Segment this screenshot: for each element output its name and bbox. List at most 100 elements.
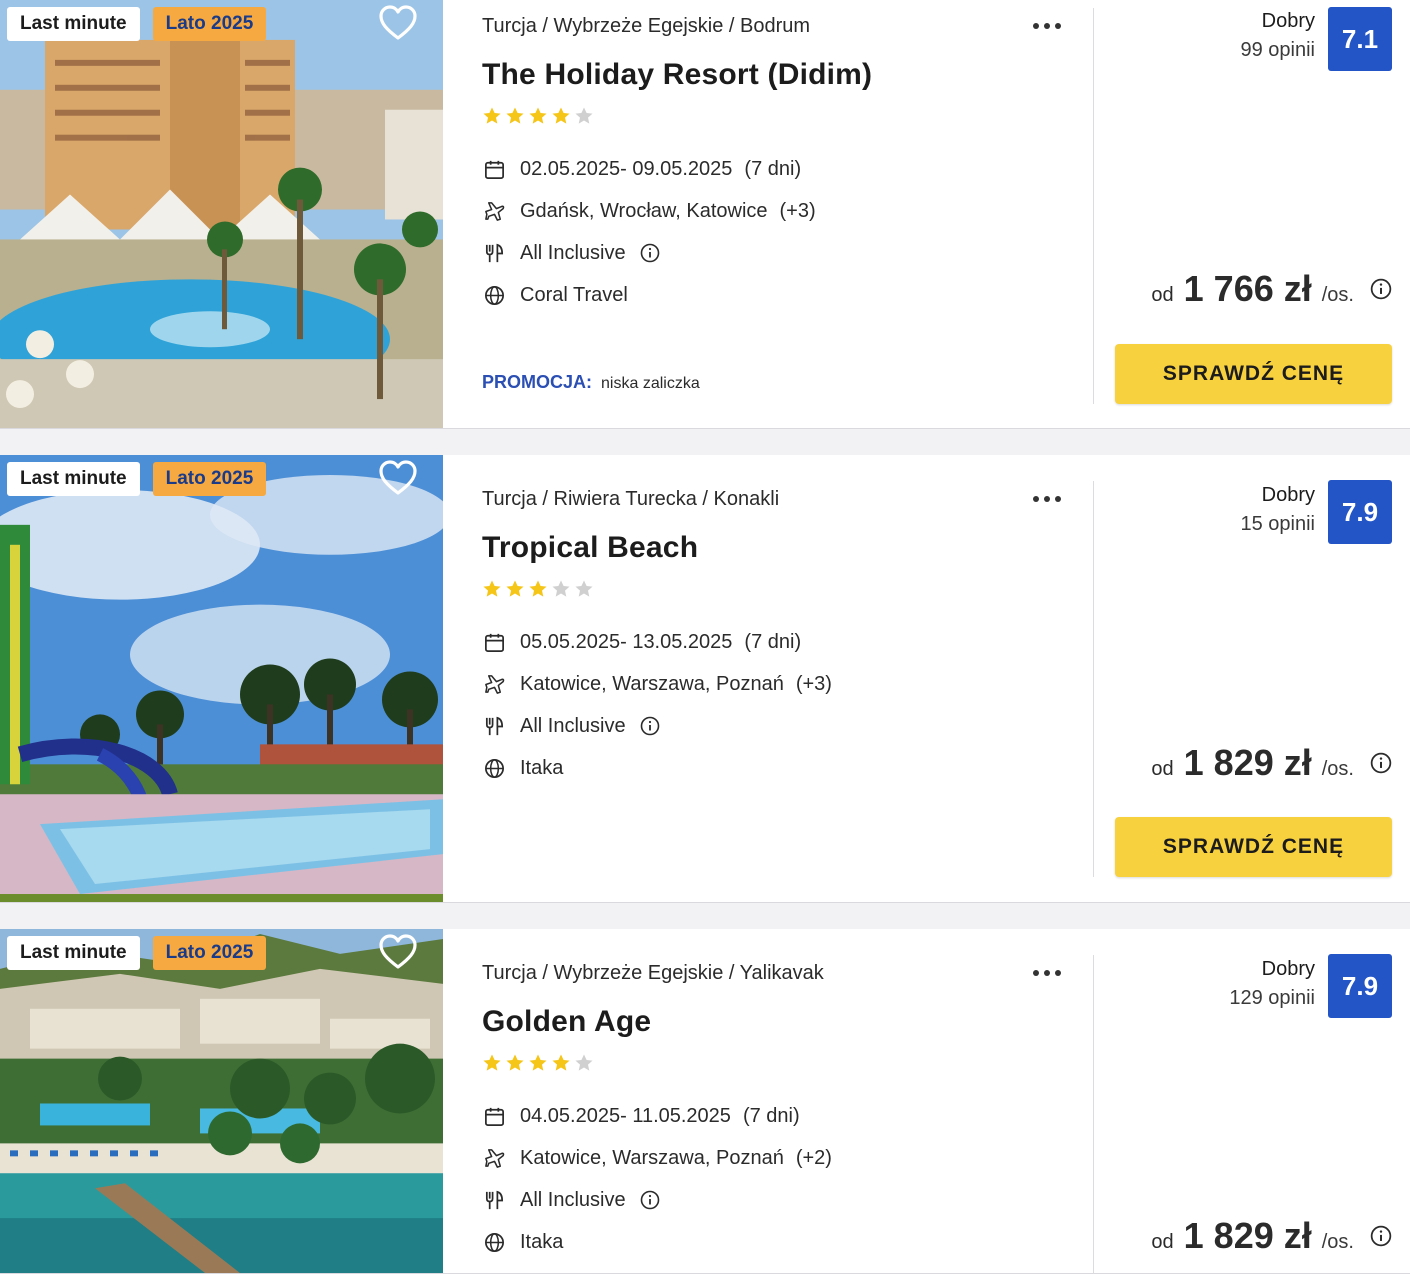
cutlery-icon — [482, 714, 507, 739]
board-row: All Inclusive — [482, 1179, 1095, 1221]
price-panel: Dobry 15 opinii 7.9 od 1 829 zł /os. SPR… — [1094, 455, 1410, 902]
price-amount: 1 829 zł — [1183, 742, 1312, 783]
price-info-icon[interactable] — [1370, 278, 1392, 300]
offer-card[interactable]: Last minute Lato 2025 Turcja / Wybrzeże … — [0, 929, 1410, 1274]
season-badge: Lato 2025 — [152, 936, 267, 970]
price-panel: Dobry 99 opinii 7.1 od 1 766 zł /os. SPR… — [1094, 0, 1410, 428]
review-count: 99 opinii — [1240, 39, 1315, 61]
hotel-photo-image — [0, 929, 443, 1273]
duration-text: (7 dni) — [744, 630, 802, 653]
star-filled-icon — [506, 580, 524, 597]
price-row: od 1 766 zł /os. — [1151, 268, 1392, 310]
hotel-name[interactable]: Golden Age — [482, 1005, 1095, 1039]
review-count: 15 opinii — [1240, 513, 1315, 535]
airports-row: Katowice, Warszawa, Poznań (+2) — [482, 1137, 1095, 1179]
info-icon[interactable] — [640, 1190, 660, 1210]
location-breadcrumb[interactable]: Turcja / Riwiera Turecka / Konakli — [482, 487, 1095, 511]
star-empty-icon — [575, 580, 593, 597]
info-icon[interactable] — [640, 243, 660, 263]
airports-text: Katowice, Warszawa, Poznań — [520, 672, 784, 695]
badge-row: Last minute Lato 2025 — [7, 462, 267, 496]
last-minute-badge: Last minute — [7, 462, 140, 496]
star-filled-icon — [552, 1054, 570, 1071]
airports-more[interactable]: (+2) — [796, 1147, 832, 1170]
location-breadcrumb[interactable]: Turcja / Wybrzeże Egejskie / Bodrum — [482, 14, 1095, 38]
price-panel: Dobry 129 opinii 7.9 od 1 829 zł /os. — [1094, 929, 1410, 1273]
hotel-photo[interactable]: Last minute Lato 2025 — [0, 455, 443, 902]
offer-info: Turcja / Wybrzeże Egejskie / Yalikavak G… — [443, 929, 1095, 1273]
check-price-button[interactable]: SPRAWDŹ CENĘ — [1115, 817, 1392, 877]
calendar-icon — [482, 157, 507, 182]
rating-word: Dobry — [1261, 484, 1315, 506]
offer-info: Turcja / Riwiera Turecka / Konakli Tropi… — [443, 455, 1095, 902]
star-filled-icon — [529, 580, 547, 597]
operator-text: Itaka — [520, 1230, 564, 1253]
more-options-icon[interactable] — [1033, 16, 1065, 36]
rating-score-badge: 7.9 — [1328, 954, 1392, 1018]
price-row: od 1 829 zł /os. — [1151, 742, 1392, 784]
more-options-icon[interactable] — [1033, 963, 1065, 983]
location-breadcrumb[interactable]: Turcja / Wybrzeże Egejskie / Yalikavak — [482, 961, 1095, 985]
globe-icon — [482, 1230, 507, 1255]
operator-text: Itaka — [520, 756, 564, 779]
dates-row: 02.05.2025- 09.05.2025 (7 dni) — [482, 148, 1095, 190]
hotel-name[interactable]: The Holiday Resort (Didim) — [482, 58, 1095, 92]
price-prefix: od — [1151, 758, 1174, 780]
offer-card[interactable]: Last minute Lato 2025 Turcja / Riwiera T… — [0, 455, 1410, 903]
rating-summary[interactable]: Dobry 129 opinii — [1229, 958, 1315, 1010]
rating-summary[interactable]: Dobry 15 opinii — [1240, 484, 1315, 536]
dates-text: 04.05.2025- 11.05.2025 — [520, 1104, 731, 1127]
price-info-icon[interactable] — [1370, 1225, 1392, 1247]
operator-row: Coral Travel — [482, 274, 1095, 316]
airports-text: Gdańsk, Wrocław, Katowice — [520, 199, 768, 222]
favorite-heart-icon[interactable] — [378, 459, 418, 497]
hotel-photo[interactable]: Last minute Lato 2025 — [0, 0, 443, 428]
star-filled-icon — [529, 107, 547, 124]
star-filled-icon — [483, 1054, 501, 1071]
star-filled-icon — [483, 107, 501, 124]
airports-row: Katowice, Warszawa, Poznań (+3) — [482, 663, 1095, 705]
favorite-heart-icon[interactable] — [378, 933, 418, 971]
board-row: All Inclusive — [482, 705, 1095, 747]
badge-row: Last minute Lato 2025 — [7, 7, 267, 41]
rating-word: Dobry — [1261, 10, 1315, 32]
hotel-photo-image — [0, 0, 443, 428]
price-info-icon[interactable] — [1370, 752, 1392, 774]
price-suffix: /os. — [1321, 758, 1354, 780]
season-badge: Lato 2025 — [152, 7, 267, 41]
dates-row: 05.05.2025- 13.05.2025 (7 dni) — [482, 621, 1095, 663]
operator-text: Coral Travel — [520, 283, 628, 306]
promo-label: PROMOCJA: — [482, 372, 593, 392]
more-options-icon[interactable] — [1033, 489, 1065, 509]
plane-icon — [482, 199, 507, 224]
board-text: All Inclusive — [520, 714, 626, 737]
rating-score-badge: 7.9 — [1328, 480, 1392, 544]
globe-icon — [482, 283, 507, 308]
airports-more[interactable]: (+3) — [780, 200, 816, 223]
star-filled-icon — [506, 1054, 524, 1071]
info-icon[interactable] — [640, 716, 660, 736]
check-price-button[interactable]: SPRAWDŹ CENĘ — [1115, 344, 1392, 404]
favorite-heart-icon[interactable] — [378, 4, 418, 42]
price-amount: 1 829 zł — [1183, 1215, 1312, 1256]
operator-row: Itaka — [482, 1221, 1095, 1263]
globe-icon — [482, 756, 507, 781]
board-row: All Inclusive — [482, 232, 1095, 274]
dates-text: 02.05.2025- 09.05.2025 — [520, 157, 733, 180]
promo-line: PROMOCJA: niska zaliczka — [482, 372, 700, 393]
offer-card[interactable]: Last minute Lato 2025 Turcja / Wybrzeże … — [0, 0, 1410, 429]
star-filled-icon — [483, 580, 501, 597]
review-count: 129 opinii — [1229, 987, 1315, 1009]
dates-row: 04.05.2025- 11.05.2025 (7 dni) — [482, 1095, 1095, 1137]
hotel-photo[interactable]: Last minute Lato 2025 — [0, 929, 443, 1273]
price-prefix: od — [1151, 1231, 1174, 1253]
airports-more[interactable]: (+3) — [796, 673, 832, 696]
star-rating — [482, 106, 1095, 126]
hotel-name[interactable]: Tropical Beach — [482, 531, 1095, 565]
last-minute-badge: Last minute — [7, 936, 140, 970]
season-badge: Lato 2025 — [152, 462, 267, 496]
plane-icon — [482, 1146, 507, 1171]
airports-text: Katowice, Warszawa, Poznań — [520, 1146, 784, 1169]
rating-summary[interactable]: Dobry 99 opinii — [1240, 10, 1315, 62]
star-empty-icon — [575, 1054, 593, 1071]
